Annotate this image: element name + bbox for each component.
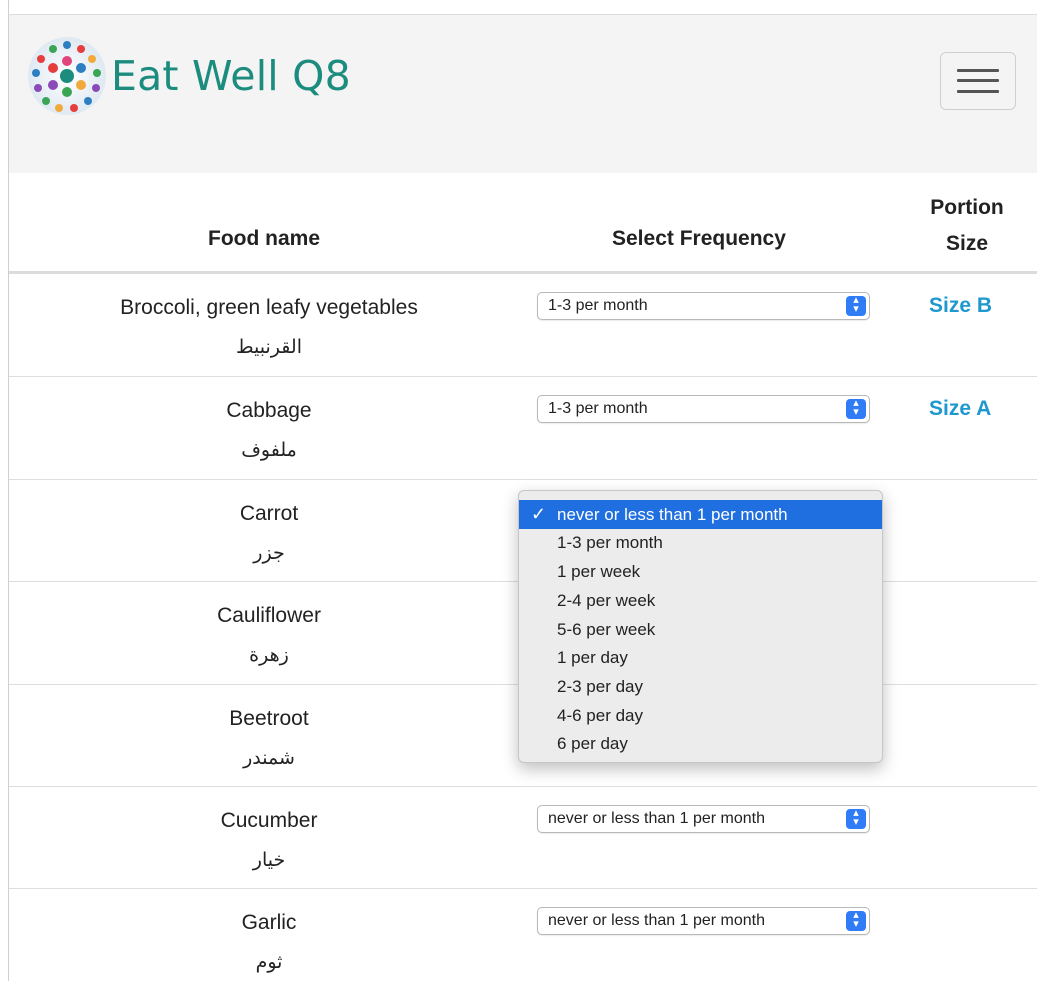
dropdown-option-label: never or less than 1 per month (557, 505, 788, 524)
select-arrows-icon: ▴ ▾ (846, 808, 866, 829)
dropdown-option[interactable]: 4-6 per day (519, 701, 882, 730)
frequency-select[interactable]: never or less than 1 per month ▴ ▾ (537, 805, 870, 833)
header-food-name: Food name (208, 227, 321, 250)
food-name-ar: زهرة (249, 644, 289, 666)
food-name-en: Cucumber (220, 809, 318, 832)
frequency-value: never or less than 1 per month (548, 912, 766, 929)
dropdown-option[interactable]: 1 per day (519, 643, 882, 672)
dropdown-option[interactable]: 5-6 per week (519, 615, 882, 644)
table-row: Garlic ثوم never or less than 1 per mont… (9, 889, 1037, 991)
frequency-select[interactable]: 1-3 per month ▴ ▾ (537, 292, 870, 320)
food-name-en: Carrot (239, 502, 299, 525)
dropdown-option-label: 2-4 per week (557, 591, 656, 610)
header-select-frequency: Select Frequency (612, 227, 786, 250)
frequency-value: never or less than 1 per month (548, 810, 766, 827)
food-name-ar: جزر (253, 542, 285, 564)
dropdown-option-label: 6 per day (557, 734, 628, 753)
food-name-en: Garlic (241, 911, 297, 934)
food-name-ar: القرنبيط (236, 336, 302, 358)
food-name-en: Cauliflower (217, 604, 321, 627)
header-portion-size: Portion Size (917, 190, 1017, 262)
select-arrows-icon: ▴ ▾ (846, 910, 866, 931)
logo-icon (28, 37, 106, 115)
food-name-en: Cabbage (226, 399, 312, 422)
dropdown-option[interactable]: 1 per week (519, 557, 882, 586)
food-name-ar: ثوم (255, 951, 283, 973)
dropdown-option[interactable]: 2-3 per day (519, 672, 882, 701)
food-name-en: Broccoli, green leafy vegetables (120, 296, 418, 319)
dropdown-option-selected[interactable]: ✓ never or less than 1 per month (519, 500, 882, 529)
frequency-value: 1-3 per month (548, 400, 648, 417)
frequency-select[interactable]: 1-3 per month ▴ ▾ (537, 395, 870, 423)
checkmark-icon: ✓ (531, 504, 547, 524)
brand-name: Eat Well Q8 (111, 52, 351, 100)
dropdown-option-label: 1-3 per month (557, 533, 663, 552)
dropdown-option-label: 1 per day (557, 648, 628, 667)
frequency-select[interactable]: never or less than 1 per month ▴ ▾ (537, 907, 870, 935)
food-name-ar: خيار (252, 849, 286, 871)
food-name-ar: ملفوف (241, 439, 297, 461)
hamburger-icon (957, 69, 999, 72)
dropdown-option-label: 4-6 per day (557, 706, 643, 725)
portion-size-link[interactable]: Size B (929, 294, 992, 318)
dropdown-option[interactable]: 2-4 per week (519, 586, 882, 615)
frequency-dropdown-menu: ✓ never or less than 1 per month 1-3 per… (518, 490, 883, 763)
food-name-en: Beetroot (229, 707, 309, 730)
menu-toggle-button[interactable] (940, 52, 1016, 110)
dropdown-option[interactable]: 1-3 per month (519, 528, 882, 557)
portion-size-link[interactable]: Size A (929, 397, 991, 421)
dropdown-option[interactable]: 6 per day (519, 729, 882, 758)
dropdown-option-label: 1 per week (557, 562, 641, 581)
header-portion-line2: Size (945, 232, 989, 255)
dropdown-option-label: 5-6 per week (557, 620, 656, 639)
table-row: Cabbage ملفوف 1-3 per month ▴ ▾ Size A (9, 377, 1037, 479)
brand[interactable]: Eat Well Q8 (26, 35, 351, 117)
header-portion-line1: Portion (930, 196, 1004, 219)
table-row: Broccoli, green leafy vegetables القرنبي… (9, 274, 1037, 376)
hamburger-icon-bar (957, 79, 999, 82)
select-arrows-icon: ▴ ▾ (846, 295, 866, 316)
dropdown-option-label: 2-3 per day (557, 677, 643, 696)
hamburger-icon-bar (957, 90, 999, 93)
food-name-ar: شمندر (243, 747, 295, 769)
table-row: Cucumber خيار never or less than 1 per m… (9, 787, 1037, 889)
frequency-value: 1-3 per month (548, 297, 648, 314)
select-arrows-icon: ▴ ▾ (846, 398, 866, 419)
